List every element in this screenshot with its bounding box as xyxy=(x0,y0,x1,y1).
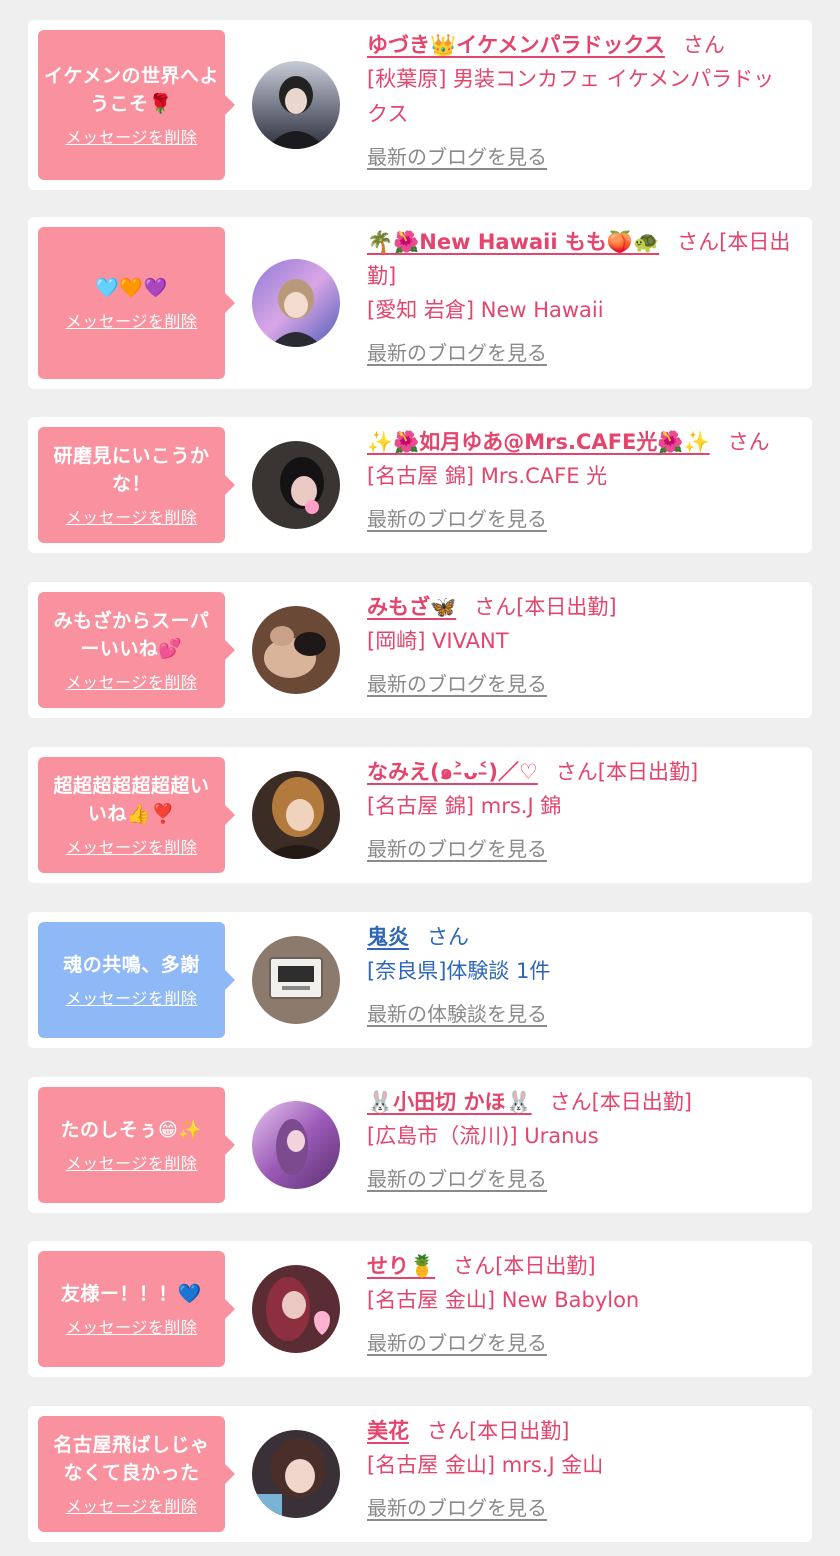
shop-label: [愛知 岩倉] New Hawaii xyxy=(367,298,604,322)
delete-message-link[interactable]: メッセージを削除 xyxy=(66,1318,198,1338)
avatar[interactable] xyxy=(252,1265,340,1353)
view-latest-experience-link[interactable]: 最新の体験談を見る xyxy=(367,1002,547,1026)
delete-message-link[interactable]: メッセージを削除 xyxy=(66,673,198,693)
view-latest-blog-link[interactable]: 最新のブログを見る xyxy=(367,1331,547,1355)
list-item: イケメンの世界へようこそ🌹 メッセージを削除 ゆづき👑イケメンパラドックス さん … xyxy=(28,20,812,190)
name-suffix: さん xyxy=(727,430,770,454)
profile-name-link[interactable]: せり🍍 xyxy=(367,1254,435,1278)
list-item: たのしそぅ😁✨ メッセージを削除 🐰小田切 かほ🐰 さん[本日出勤] [広島市（流… xyxy=(28,1077,812,1213)
item-info: ✨🌺如月ゆあ@Mrs.CAFE光🌺✨ さん [名古屋 錦] Mrs.CAFE 光 … xyxy=(367,425,794,531)
view-latest-blog-link[interactable]: 最新のブログを見る xyxy=(367,1496,547,1520)
message-bubble: 🩵🧡💜 メッセージを削除 xyxy=(38,227,235,379)
message-bubble: 研磨見にいこうかな！ メッセージを削除 xyxy=(38,427,235,543)
avatar[interactable] xyxy=(252,936,340,1024)
name-suffix: さん[本日出勤] xyxy=(555,760,699,784)
shop-label: [岡崎] VIVANT xyxy=(367,629,509,653)
message-bubble: イケメンの世界へようこそ🌹 メッセージを削除 xyxy=(38,30,235,180)
name-suffix: さん[本日出勤] xyxy=(427,1419,570,1443)
view-latest-blog-link[interactable]: 最新のブログを見る xyxy=(367,341,547,365)
list-item: 研磨見にいこうかな！ メッセージを削除 ✨🌺如月ゆあ@Mrs.CAFE光🌺✨ さん… xyxy=(28,417,812,553)
message-text: 魂の共鳴、多謝 xyxy=(63,954,200,976)
delete-message-link[interactable]: メッセージを削除 xyxy=(66,508,198,528)
view-latest-blog-link[interactable]: 最新のブログを見る xyxy=(367,672,547,696)
profile-name-link[interactable]: ✨🌺如月ゆあ@Mrs.CAFE光🌺✨ xyxy=(367,430,710,454)
delete-message-link[interactable]: メッセージを削除 xyxy=(66,838,198,858)
item-info: 鬼炎 さん [奈良県]体験談 1件 最新の体験談を見る xyxy=(367,920,794,1026)
profile-name-link[interactable]: 美花 xyxy=(367,1419,409,1443)
view-latest-blog-link[interactable]: 最新のブログを見る xyxy=(367,837,547,861)
message-text: イケメンの世界へようこそ🌹 xyxy=(44,65,219,115)
message-text: 友様ー！！！💙 xyxy=(60,1283,203,1305)
message-bubble: 名古屋飛ばしじゃなくて良かった メッセージを削除 xyxy=(38,1416,235,1532)
message-text: みもざからスーパーいいね💕 xyxy=(53,610,210,660)
avatar[interactable] xyxy=(252,1430,340,1518)
profile-name-link[interactable]: ゆづき👑イケメンパラドックス xyxy=(367,33,665,57)
name-suffix: さん[本日出勤] xyxy=(453,1254,596,1278)
message-bubble: 友様ー！！！💙 メッセージを削除 xyxy=(38,1251,235,1367)
list-item: 超超超超超超超いいね👍❣️ メッセージを削除 なみえ(๑˃̵ᴗ˂̵)／♡ さん[本… xyxy=(28,747,812,883)
item-info: なみえ(๑˃̵ᴗ˂̵)／♡ さん[本日出勤] [名古屋 錦] mrs.J 錦 最新… xyxy=(367,755,794,861)
profile-name-link[interactable]: みもざ🦋 xyxy=(367,595,456,619)
list-item: みもざからスーパーいいね💕 メッセージを削除 みもざ🦋 さん[本日出勤] [岡崎]… xyxy=(28,582,812,718)
profile-name-link[interactable]: なみえ(๑˃̵ᴗ˂̵)／♡ xyxy=(367,760,538,784)
shop-label: [名古屋 錦] Mrs.CAFE 光 xyxy=(367,464,608,488)
profile-name-link[interactable]: 🐰小田切 かほ🐰 xyxy=(367,1090,532,1114)
name-suffix: さん[本日出勤] xyxy=(474,595,617,619)
name-suffix: さん xyxy=(682,33,725,57)
message-text: 名古屋飛ばしじゃなくて良かった xyxy=(53,1434,210,1484)
delete-message-link[interactable]: メッセージを削除 xyxy=(66,128,198,148)
avatar[interactable] xyxy=(252,61,340,149)
item-info: みもざ🦋 さん[本日出勤] [岡崎] VIVANT 最新のブログを見る xyxy=(367,590,794,696)
avatar[interactable] xyxy=(252,1101,340,1189)
message-text: 🩵🧡💜 xyxy=(95,277,168,299)
item-info: 美花 さん[本日出勤] [名古屋 金山] mrs.J 金山 最新のブログを見る xyxy=(367,1414,794,1520)
shop-label: [名古屋 金山] New Babylon xyxy=(367,1288,640,1312)
delete-message-link[interactable]: メッセージを削除 xyxy=(66,312,198,332)
shop-label: [広島市（流川)] Uranus xyxy=(367,1124,599,1148)
profile-name-link[interactable]: 鬼炎 xyxy=(367,925,409,949)
delete-message-link[interactable]: メッセージを削除 xyxy=(66,1154,198,1174)
list-item: 友様ー！！！💙 メッセージを削除 せり🍍 さん[本日出勤] [名古屋 金山] Ne… xyxy=(28,1241,812,1377)
item-info: ゆづき👑イケメンパラドックス さん [秋葉原] 男装コンカフェ イケメンパラドック… xyxy=(367,28,794,169)
view-latest-blog-link[interactable]: 最新のブログを見る xyxy=(367,145,547,169)
avatar[interactable] xyxy=(252,606,340,694)
shop-label: [名古屋 金山] mrs.J 金山 xyxy=(367,1453,604,1477)
item-info: 🌴🌺New Hawaii もも🍑🐢 さん[本日出勤] [愛知 岩倉] New Ha… xyxy=(367,225,794,365)
item-info: せり🍍 さん[本日出勤] [名古屋 金山] New Babylon 最新のブログを… xyxy=(367,1249,794,1355)
message-text: 研磨見にいこうかな！ xyxy=(53,445,210,495)
item-info: 🐰小田切 かほ🐰 さん[本日出勤] [広島市（流川)] Uranus 最新のブログ… xyxy=(367,1085,794,1191)
message-text: 超超超超超超超いいね👍❣️ xyxy=(53,775,210,825)
avatar[interactable] xyxy=(252,771,340,859)
list-item: 名古屋飛ばしじゃなくて良かった メッセージを削除 美花 さん[本日出勤] [名古屋… xyxy=(28,1406,812,1542)
message-text: たのしそぅ😁✨ xyxy=(60,1119,203,1141)
message-bubble: たのしそぅ😁✨ メッセージを削除 xyxy=(38,1087,235,1203)
delete-message-link[interactable]: メッセージを削除 xyxy=(66,1497,198,1517)
view-latest-blog-link[interactable]: 最新のブログを見る xyxy=(367,1167,547,1191)
message-bubble: 超超超超超超超いいね👍❣️ メッセージを削除 xyxy=(38,757,235,873)
list-item: 🩵🧡💜 メッセージを削除 🌴🌺New Hawaii もも🍑🐢 さん[本日出勤] [… xyxy=(28,217,812,389)
name-suffix: さん[本日出勤] xyxy=(549,1090,692,1114)
profile-name-link[interactable]: 🌴🌺New Hawaii もも🍑🐢 xyxy=(367,230,659,254)
message-bubble: 魂の共鳴、多謝 メッセージを削除 xyxy=(38,922,235,1038)
avatar[interactable] xyxy=(252,259,340,347)
list-item: 魂の共鳴、多謝 メッセージを削除 鬼炎 さん [奈良県]体験談 1件 最新の体験談… xyxy=(28,912,812,1048)
message-bubble: みもざからスーパーいいね💕 メッセージを削除 xyxy=(38,592,235,708)
shop-label: [秋葉原] 男装コンカフェ イケメンパラドックス xyxy=(367,67,775,126)
shop-label: [奈良県]体験談 1件 xyxy=(367,959,551,983)
delete-message-link[interactable]: メッセージを削除 xyxy=(66,989,198,1009)
name-suffix: さん xyxy=(427,925,469,949)
view-latest-blog-link[interactable]: 最新のブログを見る xyxy=(367,507,547,531)
avatar[interactable] xyxy=(252,441,340,529)
shop-label: [名古屋 錦] mrs.J 錦 xyxy=(367,794,562,818)
